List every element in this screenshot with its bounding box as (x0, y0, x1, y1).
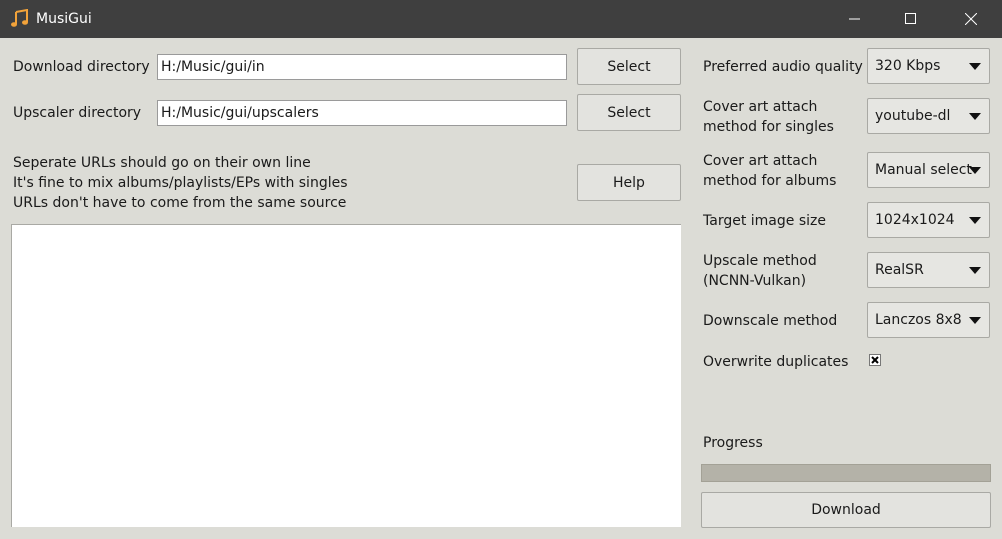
audio-quality-label: Preferred audio quality (703, 59, 863, 75)
upscaler-directory-input[interactable]: H:/Music/gui/upscalers (157, 100, 567, 126)
select-download-directory-button[interactable]: Select (577, 48, 681, 85)
upscaler-directory-label: Upscaler directory (13, 105, 142, 121)
overwrite-duplicates-label: Overwrite duplicates (703, 354, 849, 370)
chevron-down-icon (969, 217, 981, 224)
chevron-down-icon (969, 317, 981, 324)
cover-singles-select[interactable]: youtube-dl (867, 98, 990, 134)
downscale-method-value: Lanczos 8x8 (875, 312, 962, 328)
cover-singles-label-line2: method for singles (703, 119, 834, 135)
overwrite-duplicates-checkbox[interactable] (869, 354, 881, 366)
cover-singles-value: youtube-dl (875, 108, 951, 124)
chevron-down-icon (969, 63, 981, 70)
instruction-line: Seperate URLs should go on their own lin… (13, 155, 311, 171)
minimize-button[interactable] (832, 0, 878, 38)
image-size-label: Target image size (703, 213, 826, 229)
select-upscaler-directory-button[interactable]: Select (577, 94, 681, 131)
upscale-method-value: RealSR (875, 262, 924, 278)
chevron-down-icon (969, 113, 981, 120)
cover-albums-select[interactable]: Manual select (867, 152, 990, 188)
close-button[interactable] (948, 0, 994, 38)
cover-albums-value: Manual select (875, 162, 972, 178)
download-directory-input[interactable]: H:/Music/gui/in (157, 54, 567, 80)
maximize-button[interactable] (888, 0, 934, 38)
upscale-method-select[interactable]: RealSR (867, 252, 990, 288)
maximize-icon (905, 13, 916, 24)
chevron-down-icon (969, 167, 981, 174)
upscale-method-label-line2: (NCNN-Vulkan) (703, 273, 807, 289)
progress-label: Progress (703, 435, 763, 451)
chevron-down-icon (969, 267, 981, 274)
urls-textarea[interactable] (11, 224, 681, 527)
minimize-icon (849, 18, 860, 20)
audio-quality-select[interactable]: 320 Kbps (867, 48, 990, 84)
close-icon (965, 13, 977, 25)
download-button[interactable]: Download (701, 492, 991, 528)
window-title: MusiGui (36, 11, 92, 27)
audio-quality-value: 320 Kbps (875, 58, 941, 74)
title-bar[interactable]: MusiGui (0, 0, 1002, 38)
check-x-icon (871, 356, 879, 364)
cover-albums-label-line2: method for albums (703, 173, 837, 189)
instruction-line: It's fine to mix albums/playlists/EPs wi… (13, 175, 348, 191)
downscale-method-select[interactable]: Lanczos 8x8 (867, 302, 990, 338)
music-note-icon (10, 8, 30, 29)
help-button[interactable]: Help (577, 164, 681, 201)
cover-albums-label-line1: Cover art attach (703, 153, 818, 169)
image-size-select[interactable]: 1024x1024 (867, 202, 990, 238)
download-directory-label: Download directory (13, 59, 150, 75)
progress-bar (701, 464, 991, 482)
instruction-line: URLs don't have to come from the same so… (13, 195, 347, 211)
downscale-method-label: Downscale method (703, 313, 838, 329)
image-size-value: 1024x1024 (875, 212, 955, 228)
upscale-method-label-line1: Upscale method (703, 253, 817, 269)
cover-singles-label-line1: Cover art attach (703, 99, 818, 115)
